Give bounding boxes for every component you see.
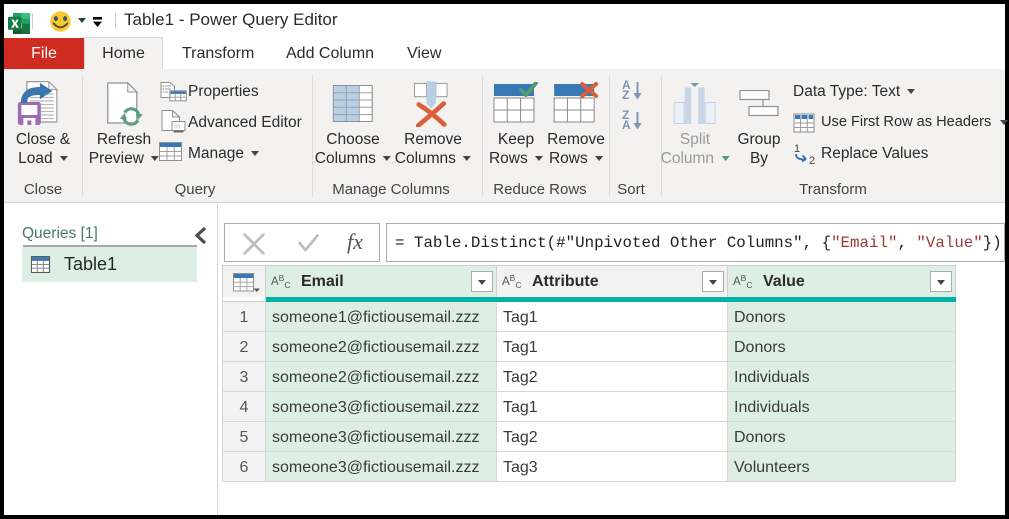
svg-text:2: 2	[809, 155, 815, 166]
svg-text:1: 1	[794, 143, 800, 155]
